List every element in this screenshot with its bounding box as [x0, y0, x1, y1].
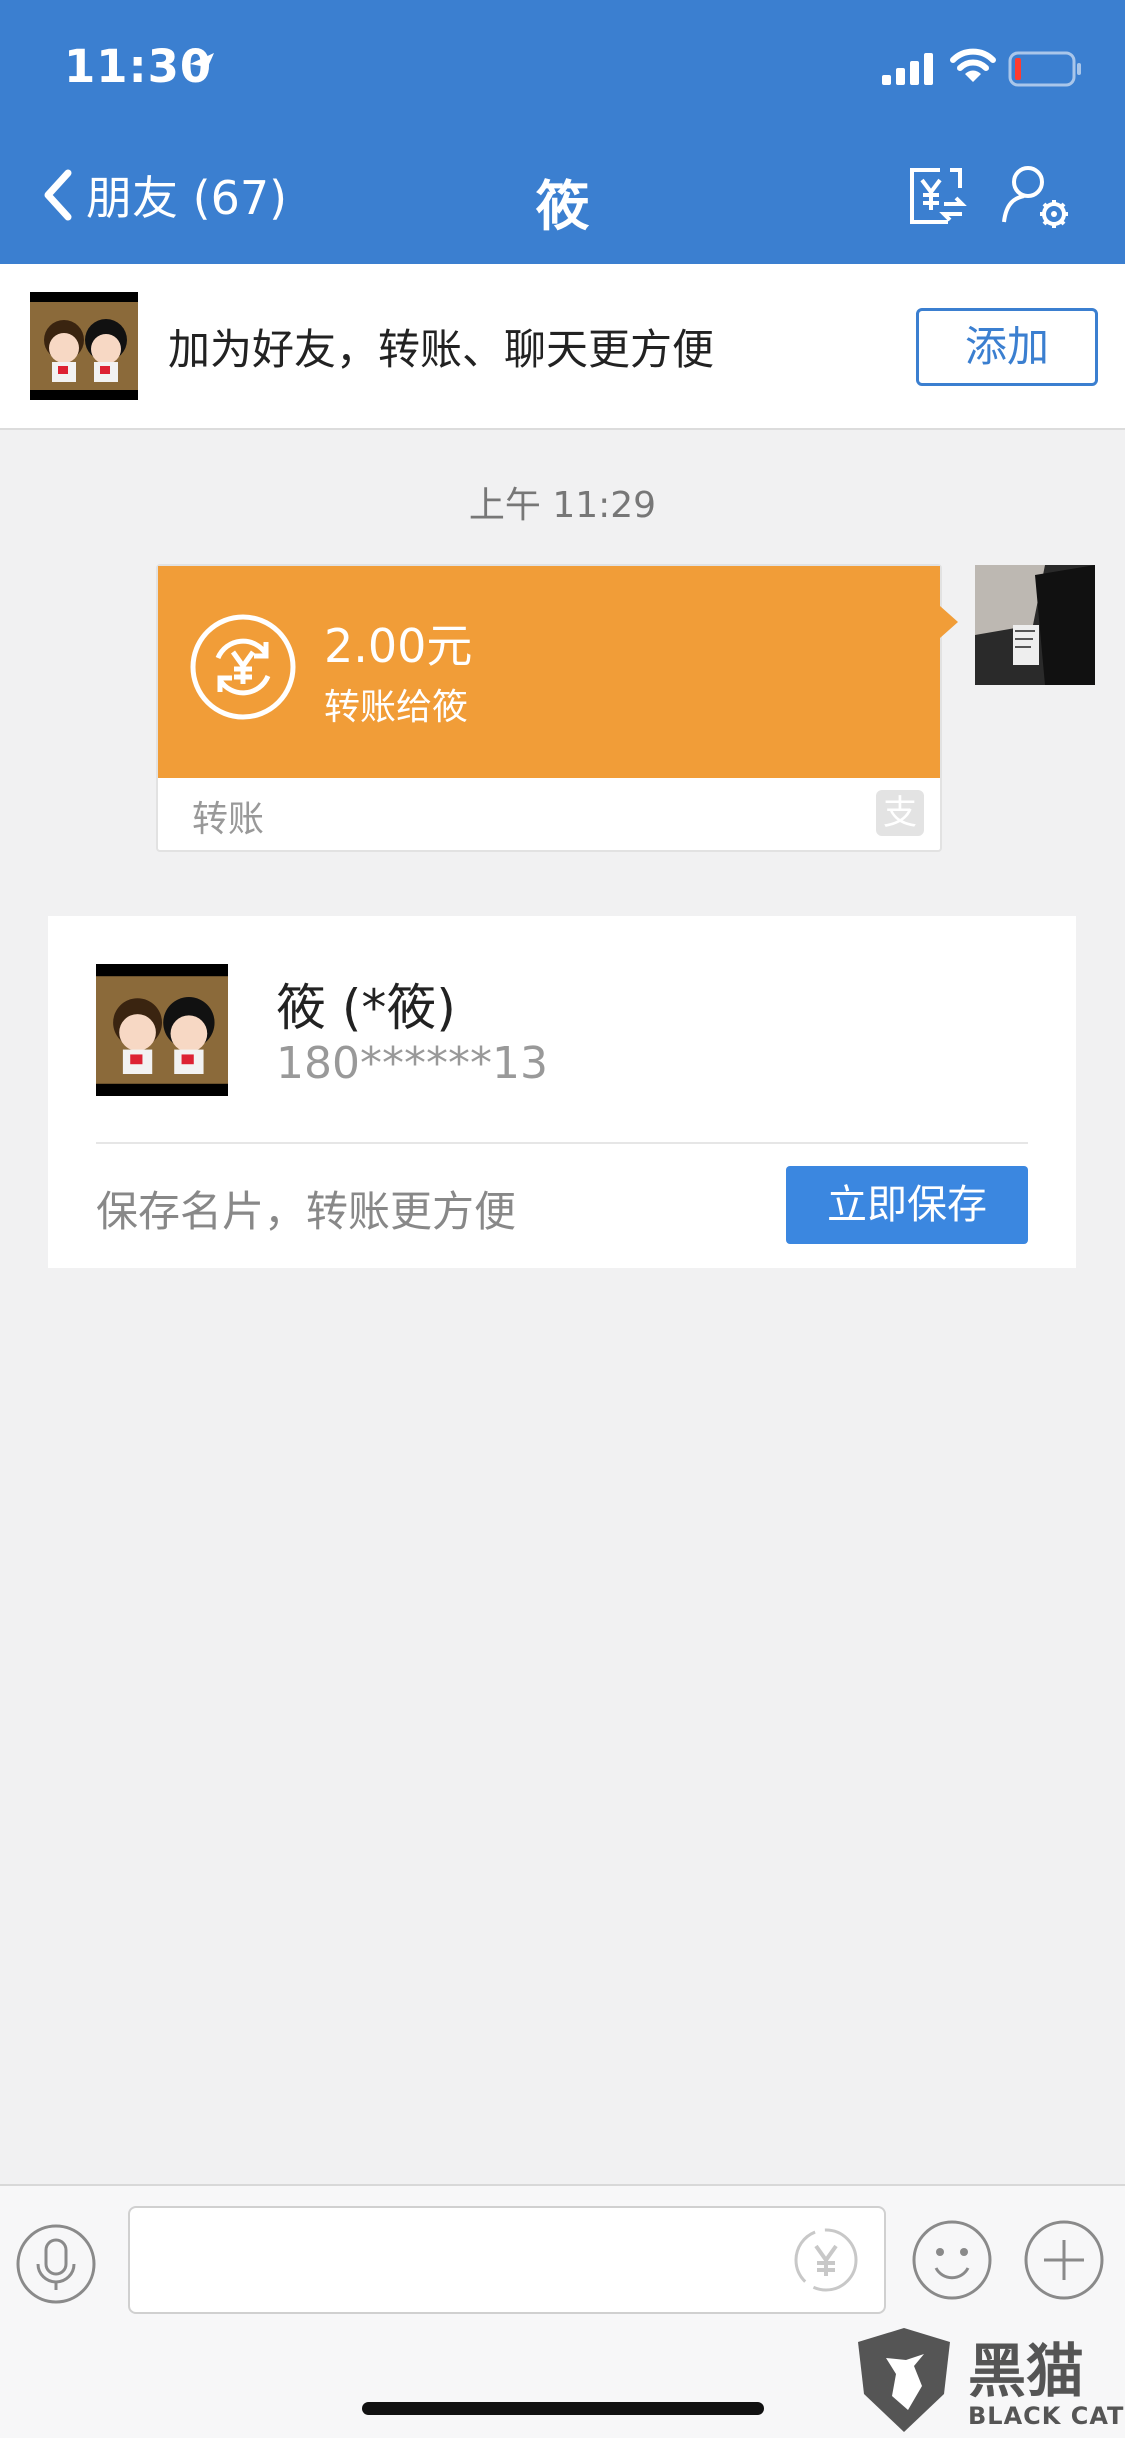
- alipay-icon: 支: [876, 790, 924, 836]
- back-button[interactable]: 朋友 (67): [40, 162, 287, 228]
- save-contact-button[interactable]: 立即保存: [786, 1166, 1028, 1244]
- transfer-message-card[interactable]: 2.00元 转账给筱 转账 支: [156, 564, 958, 852]
- divider: [96, 1142, 1028, 1144]
- contact-phone: 180******13: [276, 1038, 548, 1089]
- contact-avatar[interactable]: [96, 964, 228, 1096]
- watermark-text: 黑猫: [968, 2337, 1085, 2405]
- back-label: 朋友 (67): [86, 171, 288, 225]
- contact-name: 筱 (*筱): [276, 979, 456, 1037]
- transfer-amount: 2.00元: [324, 619, 473, 673]
- add-friend-prompt: 加为好友，转账、聊天更方便: [168, 325, 715, 374]
- emoji-icon[interactable]: [910, 2218, 994, 2302]
- add-friend-button[interactable]: 添加: [916, 308, 1098, 386]
- add-friend-banner: 加为好友，转账、聊天更方便 添加: [0, 264, 1125, 430]
- save-contact-hint: 保存名片，转账更方便: [96, 1187, 517, 1236]
- transfer-card-header: 2.00元 转账给筱: [158, 566, 940, 778]
- signal-icon: [882, 53, 933, 85]
- watermark-subtext: BLACK CAT: [968, 2402, 1125, 2430]
- contact-card: 筱 (*筱) 180******13 保存名片，转账更方便 立即保存: [48, 916, 1076, 1268]
- home-indicator: [362, 2402, 764, 2415]
- my-avatar[interactable]: [975, 565, 1095, 685]
- location-arrow-icon: [190, 53, 214, 78]
- battery-icon: [1008, 51, 1081, 87]
- wifi-icon: [950, 48, 996, 82]
- transfer-yuan-icon[interactable]: [904, 164, 968, 228]
- black-cat-shield-icon: [858, 2328, 950, 2432]
- transfer-label: 转账: [192, 799, 265, 840]
- transfer-cycle-icon: [190, 614, 296, 720]
- back-chevron-icon: [44, 169, 72, 221]
- contact-avatar-small[interactable]: [30, 292, 138, 400]
- bubble-tail: [940, 606, 958, 638]
- plus-icon[interactable]: [1022, 2218, 1106, 2302]
- message-input[interactable]: [128, 2206, 886, 2314]
- header-bar: 11:30 朋友 (67) 筱: [0, 0, 1125, 264]
- yuan-icon[interactable]: [790, 2224, 862, 2296]
- contact-settings-icon[interactable]: [1000, 164, 1074, 232]
- watermark-logo: 黑猫 BLACK CAT: [852, 2324, 1125, 2436]
- microphone-icon[interactable]: [14, 2222, 98, 2306]
- message-timestamp: 上午 11:29: [468, 485, 657, 526]
- transfer-recipient: 转账给筱: [324, 687, 469, 728]
